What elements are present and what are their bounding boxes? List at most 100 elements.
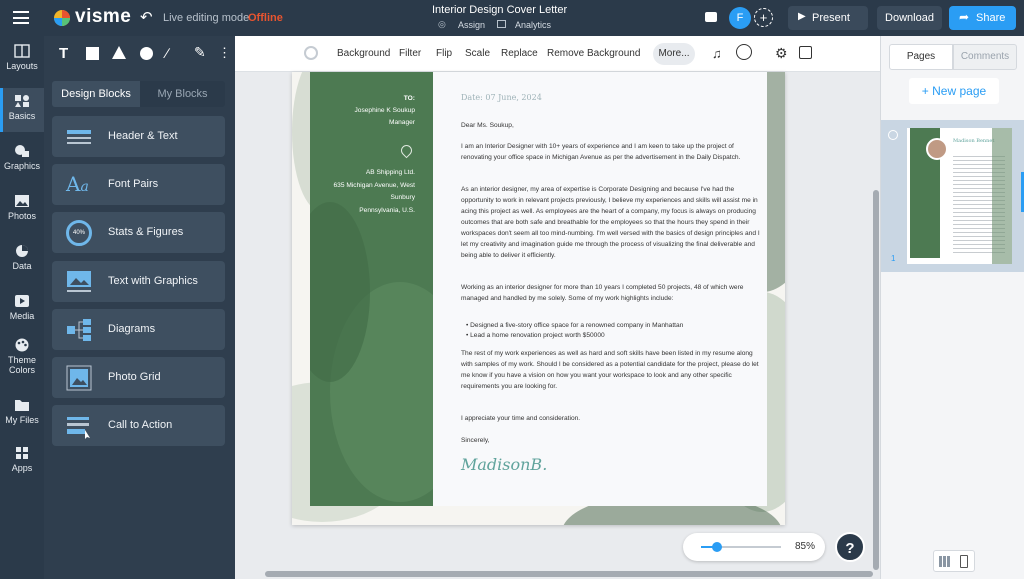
text-graphics-icon bbox=[67, 271, 91, 292]
settings-gear-icon[interactable]: ⚙ bbox=[775, 45, 788, 62]
design-blocks-tab[interactable]: Design Blocks bbox=[52, 81, 140, 107]
rail-my-files[interactable]: My Files bbox=[0, 398, 44, 436]
address-line: Pennsylvania, U.S. bbox=[359, 206, 415, 214]
filter-button[interactable]: Filter bbox=[399, 48, 421, 59]
rail-data[interactable]: Data bbox=[0, 244, 44, 282]
timer-icon[interactable] bbox=[736, 44, 752, 60]
diagram-icon bbox=[67, 319, 91, 341]
more-tools-icon[interactable]: ⋮ bbox=[218, 45, 231, 61]
line-tool-icon[interactable]: ∕ bbox=[166, 45, 168, 61]
rail-layouts[interactable]: Layouts bbox=[0, 44, 44, 82]
closing[interactable]: Sincerely, bbox=[461, 435, 766, 446]
add-collaborator-icon[interactable]: + bbox=[754, 8, 773, 27]
graphics-icon bbox=[15, 145, 29, 157]
remove-background-button[interactable]: Remove Background bbox=[547, 48, 640, 59]
text-tool-icon[interactable]: T bbox=[59, 45, 68, 62]
block-label: Stats & Figures bbox=[108, 226, 184, 238]
visme-logo-icon[interactable] bbox=[53, 9, 71, 27]
font-pairs-icon: Aa bbox=[66, 172, 89, 196]
new-page-button[interactable]: + New page bbox=[909, 78, 999, 104]
list-view-icon[interactable] bbox=[960, 555, 968, 568]
paragraph-1[interactable]: I am an Interior Designer with 10+ years… bbox=[461, 141, 766, 163]
recipient-block[interactable]: TO: Josephine K Soukup Manager bbox=[310, 93, 416, 129]
paragraph-4[interactable]: The rest of my work experiences as well … bbox=[461, 348, 766, 392]
zoom-slider-handle[interactable] bbox=[712, 542, 722, 552]
data-icon bbox=[16, 245, 28, 257]
my-blocks-tab[interactable]: My Blocks bbox=[140, 81, 225, 107]
more-button[interactable]: More... bbox=[653, 43, 695, 65]
zoom-control: 85% bbox=[683, 533, 825, 561]
bullet-2[interactable]: • Lead a home renovation project worth $… bbox=[466, 330, 771, 341]
mode-status[interactable]: Offline bbox=[248, 12, 283, 24]
address-line: Sunbury bbox=[390, 194, 415, 201]
grid-view-icon[interactable] bbox=[939, 556, 950, 567]
background-button[interactable]: Background bbox=[337, 48, 390, 59]
triangle-tool-icon[interactable] bbox=[112, 46, 126, 59]
comments-tab[interactable]: Comments bbox=[953, 44, 1017, 70]
block-call-to-action[interactable]: Call to Action bbox=[52, 405, 225, 446]
avatar[interactable]: F bbox=[729, 7, 751, 29]
brand-name: visme bbox=[75, 6, 132, 27]
rail-apps[interactable]: Apps bbox=[0, 446, 44, 484]
help-button[interactable]: ? bbox=[835, 532, 865, 562]
rail-label: Layouts bbox=[6, 61, 38, 71]
paragraph-5[interactable]: I appreciate your time and consideration… bbox=[461, 413, 766, 424]
green-sidebar-panel[interactable] bbox=[310, 72, 433, 506]
block-label: Photo Grid bbox=[108, 371, 161, 383]
replace-button[interactable]: Replace bbox=[501, 48, 538, 59]
address-line: 635 Michigan Avenue, West bbox=[333, 181, 416, 189]
share-button[interactable]: ➦ Share bbox=[949, 6, 1016, 30]
rail-label: My Files bbox=[5, 415, 39, 425]
vertical-scrollbar[interactable] bbox=[873, 190, 879, 570]
analytics-button[interactable]: Analytics bbox=[515, 20, 551, 30]
document-title[interactable]: Interior Design Cover Letter bbox=[432, 4, 567, 16]
assign-button[interactable]: Assign bbox=[458, 20, 485, 30]
rail-label: Graphics bbox=[3, 161, 40, 171]
media-icon bbox=[15, 295, 29, 307]
salutation[interactable]: Dear Ms. Soukup, bbox=[461, 120, 766, 131]
block-text-with-graphics[interactable]: Text with Graphics bbox=[52, 261, 225, 302]
rail-photos[interactable]: Photos bbox=[0, 194, 44, 232]
address-block[interactable]: AB Shipping Ltd. 635 Michigan Avenue, We… bbox=[310, 167, 416, 217]
page-thumbnail-row[interactable]: 1 Madison Bennet bbox=[881, 120, 1024, 272]
hamburger-menu-icon[interactable] bbox=[13, 11, 29, 24]
horizontal-scrollbar[interactable] bbox=[265, 571, 873, 577]
animate-icon[interactable]: ♫ bbox=[712, 46, 722, 61]
block-header-text[interactable]: Header & Text bbox=[52, 116, 225, 157]
rail-basics[interactable]: Basics bbox=[0, 88, 44, 132]
download-button[interactable]: Download bbox=[877, 6, 942, 30]
circle-tool-icon[interactable] bbox=[140, 47, 153, 60]
share-label: Share bbox=[976, 12, 1006, 24]
rail-theme-colors[interactable]: Theme Colors bbox=[0, 338, 44, 384]
present-button[interactable]: ▶ Present bbox=[788, 6, 868, 30]
page-options-icon[interactable] bbox=[888, 130, 898, 140]
block-photo-grid[interactable]: Photo Grid bbox=[52, 357, 225, 398]
block-font-pairs[interactable]: Aa Font Pairs bbox=[52, 164, 225, 205]
pen-tool-icon[interactable]: ✎ bbox=[194, 44, 206, 61]
link-image-icon[interactable] bbox=[799, 46, 812, 59]
page-thumbnail[interactable]: Madison Bennet bbox=[907, 128, 1012, 264]
paragraph-2[interactable]: As an interior designer, my area of expe… bbox=[461, 184, 766, 261]
image-toolbar: Background Filter Flip Scale Replace Rem… bbox=[235, 36, 880, 72]
rectangle-tool-icon[interactable] bbox=[86, 47, 99, 60]
scale-button[interactable]: Scale bbox=[465, 48, 490, 59]
pages-tab[interactable]: Pages bbox=[889, 44, 953, 70]
mode-label: Live editing mode bbox=[163, 12, 250, 24]
flip-button[interactable]: Flip bbox=[436, 48, 452, 59]
photos-icon bbox=[15, 195, 29, 207]
zoom-level: 85% bbox=[795, 541, 816, 552]
block-stats-figures[interactable]: 40% Stats & Figures bbox=[52, 212, 225, 253]
apps-grid-icon bbox=[16, 447, 28, 459]
signature[interactable]: MadisonB. bbox=[461, 455, 547, 474]
paragraph-3[interactable]: Working as an interior designer for more… bbox=[461, 282, 766, 304]
spiral-icon[interactable] bbox=[304, 46, 318, 60]
letter-date[interactable]: Date: 07 June, 2024 bbox=[461, 93, 542, 102]
block-diagrams[interactable]: Diagrams bbox=[52, 309, 225, 350]
rail-media[interactable]: Media bbox=[0, 294, 44, 332]
thumbnail-name: Madison Bennet bbox=[953, 138, 995, 144]
leaf-overlay bbox=[310, 202, 433, 502]
chat-icon[interactable] bbox=[705, 12, 717, 22]
undo-icon[interactable]: ↶ bbox=[140, 8, 153, 26]
rail-graphics[interactable]: Graphics bbox=[0, 144, 44, 182]
basics-icon bbox=[15, 95, 29, 107]
